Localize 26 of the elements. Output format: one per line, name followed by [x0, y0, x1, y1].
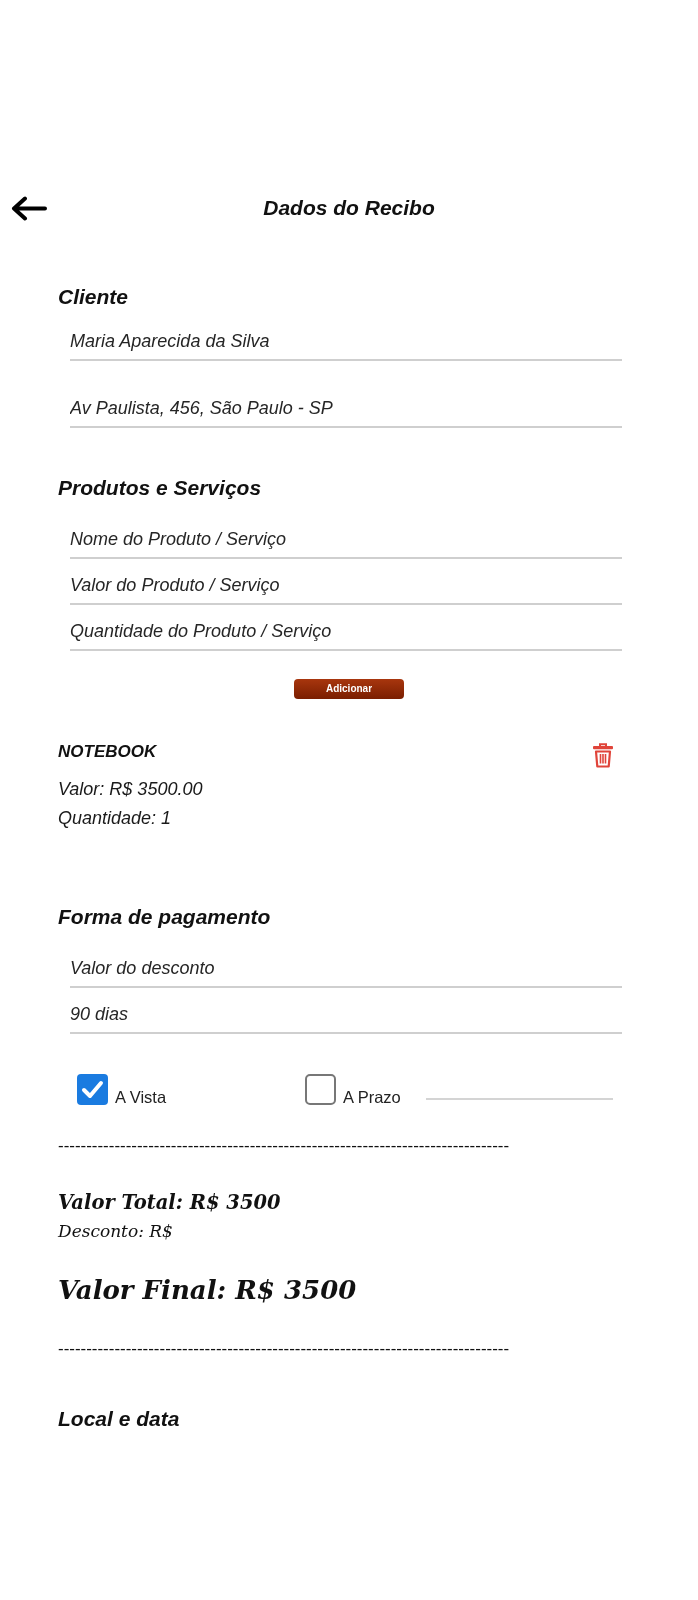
input-field[interactable]: Valor do desconto	[70, 952, 622, 988]
input-field[interactable]: 90 dias	[70, 998, 622, 1034]
product-quantity: Quantidade: 1	[58, 807, 172, 830]
section-heading: Cliente	[58, 285, 128, 309]
product-price: Valor: R$ 3500.00	[58, 778, 203, 801]
total-amount: Valor Total: R$ 3500	[58, 1190, 281, 1216]
product-name: NOTEBOOK	[58, 741, 157, 763]
input-field[interactable]: Valor do Produto / Serviço	[70, 569, 622, 605]
discount-amount: Desconto: R$	[58, 1221, 173, 1241]
back-arrow-icon[interactable]	[10, 195, 47, 221]
section-heading: Forma de pagamento	[58, 905, 271, 929]
final-amount: Valor Final: R$ 3500	[58, 1274, 357, 1307]
page-title: Dados do Recibo	[263, 196, 435, 220]
checkbox-label: A Vista	[115, 1090, 167, 1105]
dashed-divider: --------------------------------------------------------------------------------	[58, 1338, 510, 1358]
add-button[interactable]: Adicionar	[294, 679, 404, 699]
checkbox[interactable]	[305, 1074, 336, 1105]
input-field[interactable]: Quantidade do Produto / Serviço	[70, 615, 622, 651]
checkbox[interactable]	[77, 1074, 108, 1105]
checkbox-label: A Prazo	[343, 1090, 401, 1105]
trash-icon[interactable]	[593, 743, 613, 768]
input-field[interactable]: Nome do Produto / Serviço	[70, 523, 622, 559]
input-field[interactable]: Maria Aparecida da Silva	[70, 325, 622, 361]
section-heading: Local e data	[58, 1407, 180, 1431]
dashed-divider: --------------------------------------------------------------------------------	[58, 1135, 510, 1155]
section-heading: Produtos e Serviços	[58, 476, 262, 500]
